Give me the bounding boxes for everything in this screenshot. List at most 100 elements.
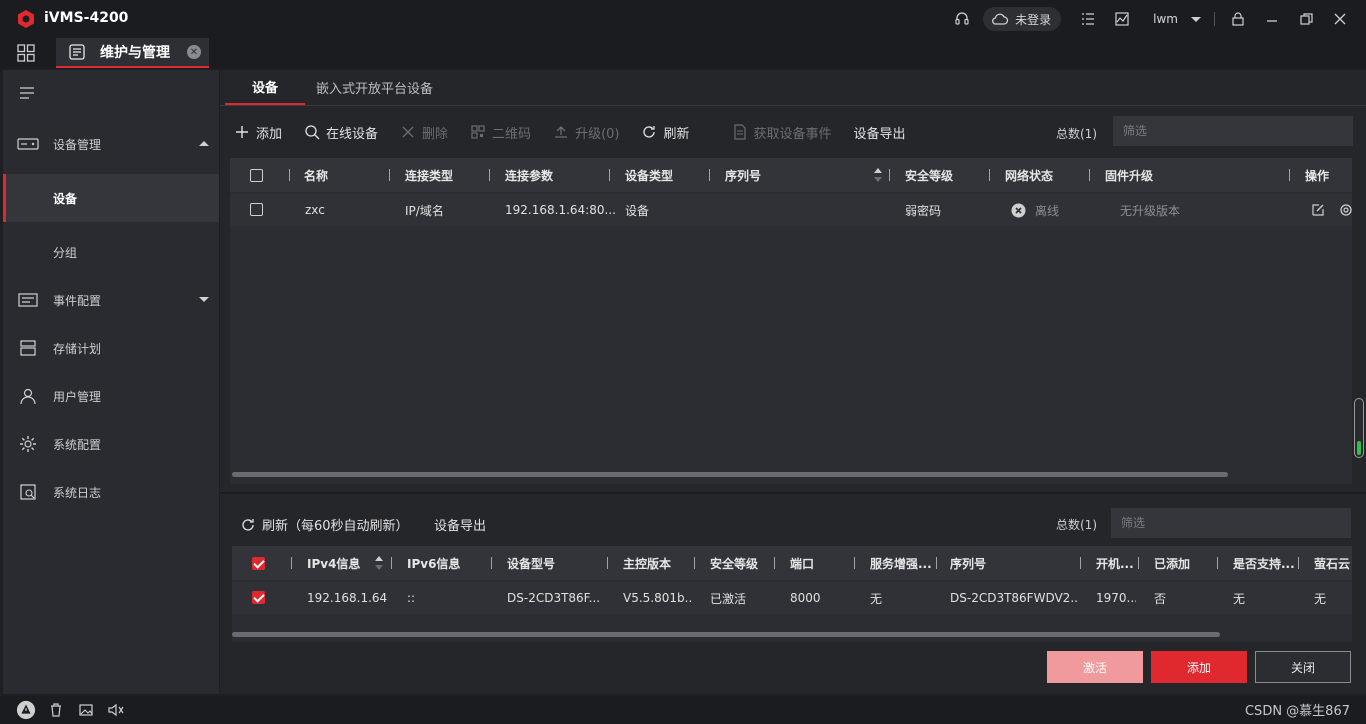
- close-button[interactable]: 关闭: [1255, 651, 1351, 683]
- refresh-label: 刷新: [663, 126, 690, 142]
- get-events-button[interactable]: 获取设备事件: [732, 123, 832, 142]
- auto-refresh-button[interactable]: 刷新（每60秒自动刷新）: [240, 515, 409, 534]
- column-header[interactable]: 已添加: [1154, 546, 1190, 580]
- login-status-button[interactable]: 未登录: [983, 7, 1062, 31]
- column-header[interactable]: 名称: [304, 158, 328, 192]
- cell-network-status: 离线: [1035, 203, 1060, 218]
- online-device-table: IPv4信息 IPv6信息 设备型号 主控版本 安全等级 端口 服务增强... …: [232, 546, 1352, 642]
- headset-icon[interactable]: [948, 5, 976, 33]
- online-devices-button[interactable]: 在线设备: [304, 123, 378, 142]
- export-label: 设备导出: [853, 126, 906, 142]
- minimize-icon[interactable]: [1258, 5, 1286, 33]
- column-header[interactable]: 操作: [1305, 158, 1329, 192]
- search-icon: [305, 125, 320, 140]
- sidebar-item-system-log[interactable]: 系统日志: [3, 468, 219, 516]
- mute-icon[interactable]: [106, 700, 126, 720]
- sidebar-item-event-config[interactable]: 事件配置: [3, 276, 219, 324]
- column-header[interactable]: IPv4信息: [307, 546, 360, 580]
- trash-icon[interactable]: [46, 700, 66, 720]
- sidebar-item-system-config[interactable]: 系统配置: [3, 420, 219, 468]
- column-header[interactable]: 开机...: [1096, 546, 1134, 580]
- row-checkbox[interactable]: [250, 203, 263, 216]
- sidebar-item-device[interactable]: 设备: [3, 174, 219, 222]
- column-header[interactable]: 序列号: [725, 158, 761, 192]
- username-label[interactable]: lwm: [1153, 12, 1178, 26]
- upload-icon: [555, 126, 568, 138]
- horizontal-scrollbar[interactable]: [232, 632, 1220, 637]
- menu-collapse-icon[interactable]: [19, 86, 35, 100]
- select-all-checkbox[interactable]: [252, 557, 265, 570]
- sidebar-item-label: 设备管理: [53, 137, 102, 152]
- restore-icon[interactable]: [1292, 5, 1320, 33]
- online-export-button[interactable]: 设备导出: [434, 515, 486, 534]
- row-checkbox[interactable]: [252, 591, 265, 604]
- tab-embedded-platform[interactable]: 嵌入式开放平台设备: [316, 70, 433, 105]
- module-tab-bar: 维护与管理 ✕: [0, 38, 1366, 68]
- column-header[interactable]: 设备类型: [625, 158, 673, 192]
- section-divider: [220, 492, 1366, 494]
- column-header[interactable]: 是否支持...: [1233, 546, 1295, 580]
- table-row[interactable]: 192.168.1.64 :: DS-2CD3T86F... V5.5.801b…: [232, 582, 1352, 614]
- column-header[interactable]: 连接类型: [405, 158, 453, 192]
- column-header[interactable]: 连接参数: [505, 158, 553, 192]
- column-header[interactable]: 安全等级: [710, 546, 758, 580]
- column-header[interactable]: 安全等级: [905, 158, 953, 192]
- export-devices-button[interactable]: 设备导出: [854, 123, 906, 142]
- column-header[interactable]: 序列号: [950, 546, 986, 580]
- image-icon[interactable]: [76, 700, 96, 720]
- online-filter-input[interactable]: [1111, 508, 1351, 538]
- tab-device[interactable]: 设备: [225, 70, 305, 105]
- edit-icon[interactable]: [1310, 202, 1326, 218]
- home-grid-icon[interactable]: [16, 43, 36, 63]
- activate-button[interactable]: 激活: [1047, 651, 1143, 683]
- horizontal-scrollbar[interactable]: [232, 472, 1228, 477]
- online-devices-label: 在线设备: [326, 126, 379, 142]
- sort-icon[interactable]: [375, 555, 383, 571]
- task-list-icon[interactable]: [1074, 5, 1102, 33]
- maintenance-icon: [69, 44, 85, 60]
- separator: [1214, 12, 1215, 26]
- user-icon: [20, 388, 36, 405]
- add-button[interactable]: 添加: [234, 123, 282, 142]
- monitor-chart-icon[interactable]: [1108, 5, 1136, 33]
- cell-ipv4: 192.168.1.64: [307, 591, 388, 605]
- add-device-button[interactable]: 添加: [1151, 651, 1247, 683]
- vertical-scrollbar[interactable]: [1354, 398, 1364, 458]
- column-header[interactable]: 萤石云: [1314, 546, 1350, 580]
- chevron-up-icon: [199, 141, 209, 146]
- close-window-icon[interactable]: [1326, 5, 1354, 33]
- delete-button[interactable]: 删除: [400, 123, 448, 142]
- alarm-warning-icon[interactable]: [16, 700, 36, 720]
- select-all-checkbox[interactable]: [250, 169, 263, 182]
- sort-icon[interactable]: [874, 167, 882, 183]
- settings-gear-icon[interactable]: [1338, 202, 1352, 218]
- sidebar-item-label: 事件配置: [53, 293, 102, 308]
- upgrade-label: 升级(0): [575, 126, 620, 142]
- lock-icon[interactable]: [1224, 5, 1252, 33]
- column-header[interactable]: IPv6信息: [407, 546, 460, 580]
- sidebar-item-label: 存储计划: [53, 341, 102, 356]
- status-bar: [0, 696, 1366, 724]
- column-header[interactable]: 网络状态: [1005, 158, 1053, 192]
- sidebar-item-group[interactable]: 分组: [3, 228, 219, 276]
- column-header[interactable]: 设备型号: [507, 546, 555, 580]
- user-menu-chevron-icon[interactable]: [1188, 5, 1204, 33]
- column-header[interactable]: 固件升级: [1105, 158, 1153, 192]
- title-bar: iVMS-4200 未登录 lwm: [0, 0, 1366, 38]
- tab-maintenance[interactable]: 维护与管理 ✕: [56, 38, 209, 68]
- sidebar-item-device-management[interactable]: 设备管理: [3, 120, 219, 168]
- close-tab-icon[interactable]: ✕: [187, 45, 201, 59]
- column-header[interactable]: 主控版本: [623, 546, 671, 580]
- upgrade-button[interactable]: 升级(0): [553, 123, 619, 142]
- qrcode-button[interactable]: 二维码: [470, 123, 531, 142]
- filter-input[interactable]: [1113, 116, 1353, 146]
- cell-serial: DS-2CD3T86FWDV2...: [950, 591, 1078, 605]
- column-header[interactable]: 端口: [790, 546, 814, 580]
- column-header[interactable]: 服务增强...: [870, 546, 932, 580]
- sidebar-item-user-management[interactable]: 用户管理: [3, 372, 219, 420]
- watermark: CSDN @慕生867: [1244, 704, 1350, 719]
- sidebar-item-storage-plan[interactable]: 存储计划: [3, 324, 219, 372]
- refresh-button[interactable]: 刷新: [641, 123, 690, 142]
- login-status-label: 未登录: [1015, 12, 1052, 27]
- table-row[interactable]: zxc IP/域名 192.168.1.64:80... 设备 弱密码 离线 无…: [230, 194, 1352, 226]
